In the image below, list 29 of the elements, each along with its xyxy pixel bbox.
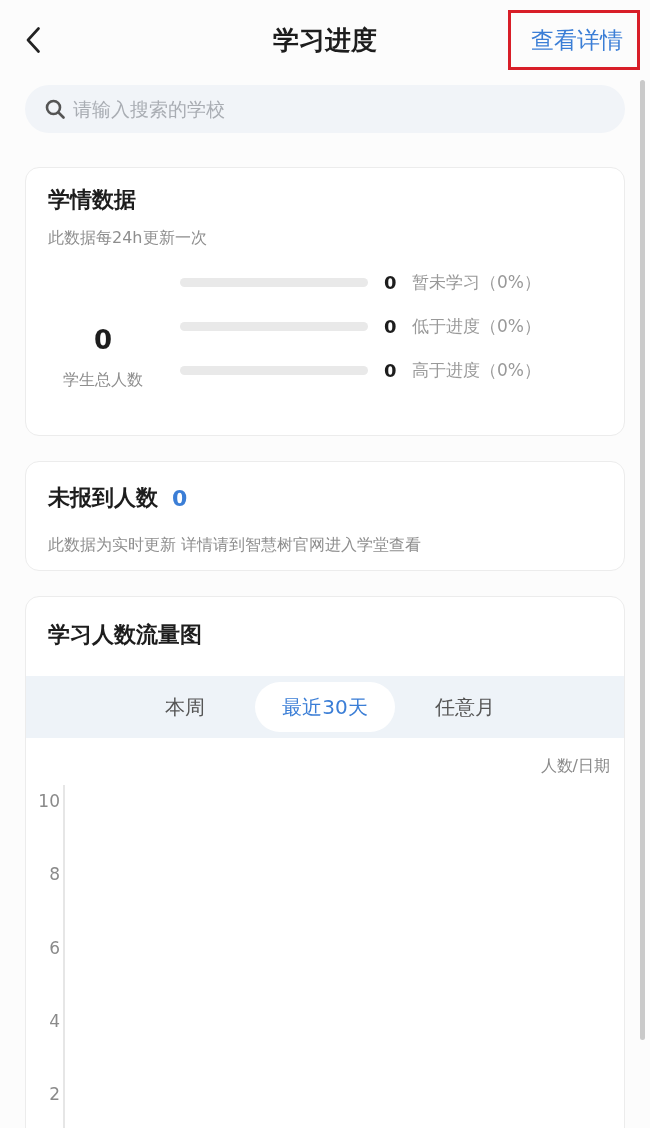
search-field[interactable]: 请输入搜索的学校 bbox=[25, 85, 625, 133]
stat-label: 低于进度（0%） bbox=[412, 315, 541, 338]
total-students-label: 学生总人数 bbox=[63, 369, 143, 391]
stat-count: 0 bbox=[384, 360, 398, 381]
page-title: 学习进度 bbox=[273, 23, 377, 57]
card-title: 学习人数流量图 bbox=[47, 621, 203, 649]
realtime-note: 此数据为实时更新 详情请到智慧树官网进入学堂查看 bbox=[48, 534, 423, 556]
search-icon bbox=[45, 99, 65, 119]
y-tick-label: 10 bbox=[38, 791, 60, 811]
stat-count: 0 bbox=[384, 316, 398, 337]
range-tab[interactable]: 最近30天 bbox=[255, 682, 395, 732]
scrollbar[interactable] bbox=[640, 80, 645, 1040]
y-tick-label: 8 bbox=[49, 864, 60, 885]
update-note: 此数据每24h更新一次 bbox=[48, 227, 208, 249]
total-students-value: 0 bbox=[93, 324, 113, 356]
stat-count: 0 bbox=[384, 272, 398, 293]
y-tick-label: 2 bbox=[49, 1084, 60, 1105]
card-title: 未报到人数 bbox=[48, 484, 158, 512]
range-tab[interactable]: 本周 bbox=[115, 682, 255, 732]
y-tick-label: 6 bbox=[49, 937, 60, 958]
stat-label: 暂未学习（0%） bbox=[412, 271, 541, 294]
range-tab[interactable]: 任意月 bbox=[395, 682, 535, 732]
back-chevron-icon bbox=[26, 27, 40, 53]
unreported-count: 0 bbox=[172, 485, 188, 511]
card-title: 学情数据 bbox=[48, 186, 137, 214]
view-details-link[interactable]: 查看详情 bbox=[508, 10, 640, 70]
y-axis-unit-label: 人数/日期 bbox=[540, 756, 610, 776]
stat-label: 高于进度（0%） bbox=[412, 359, 541, 382]
y-tick-label: 4 bbox=[49, 1010, 60, 1031]
